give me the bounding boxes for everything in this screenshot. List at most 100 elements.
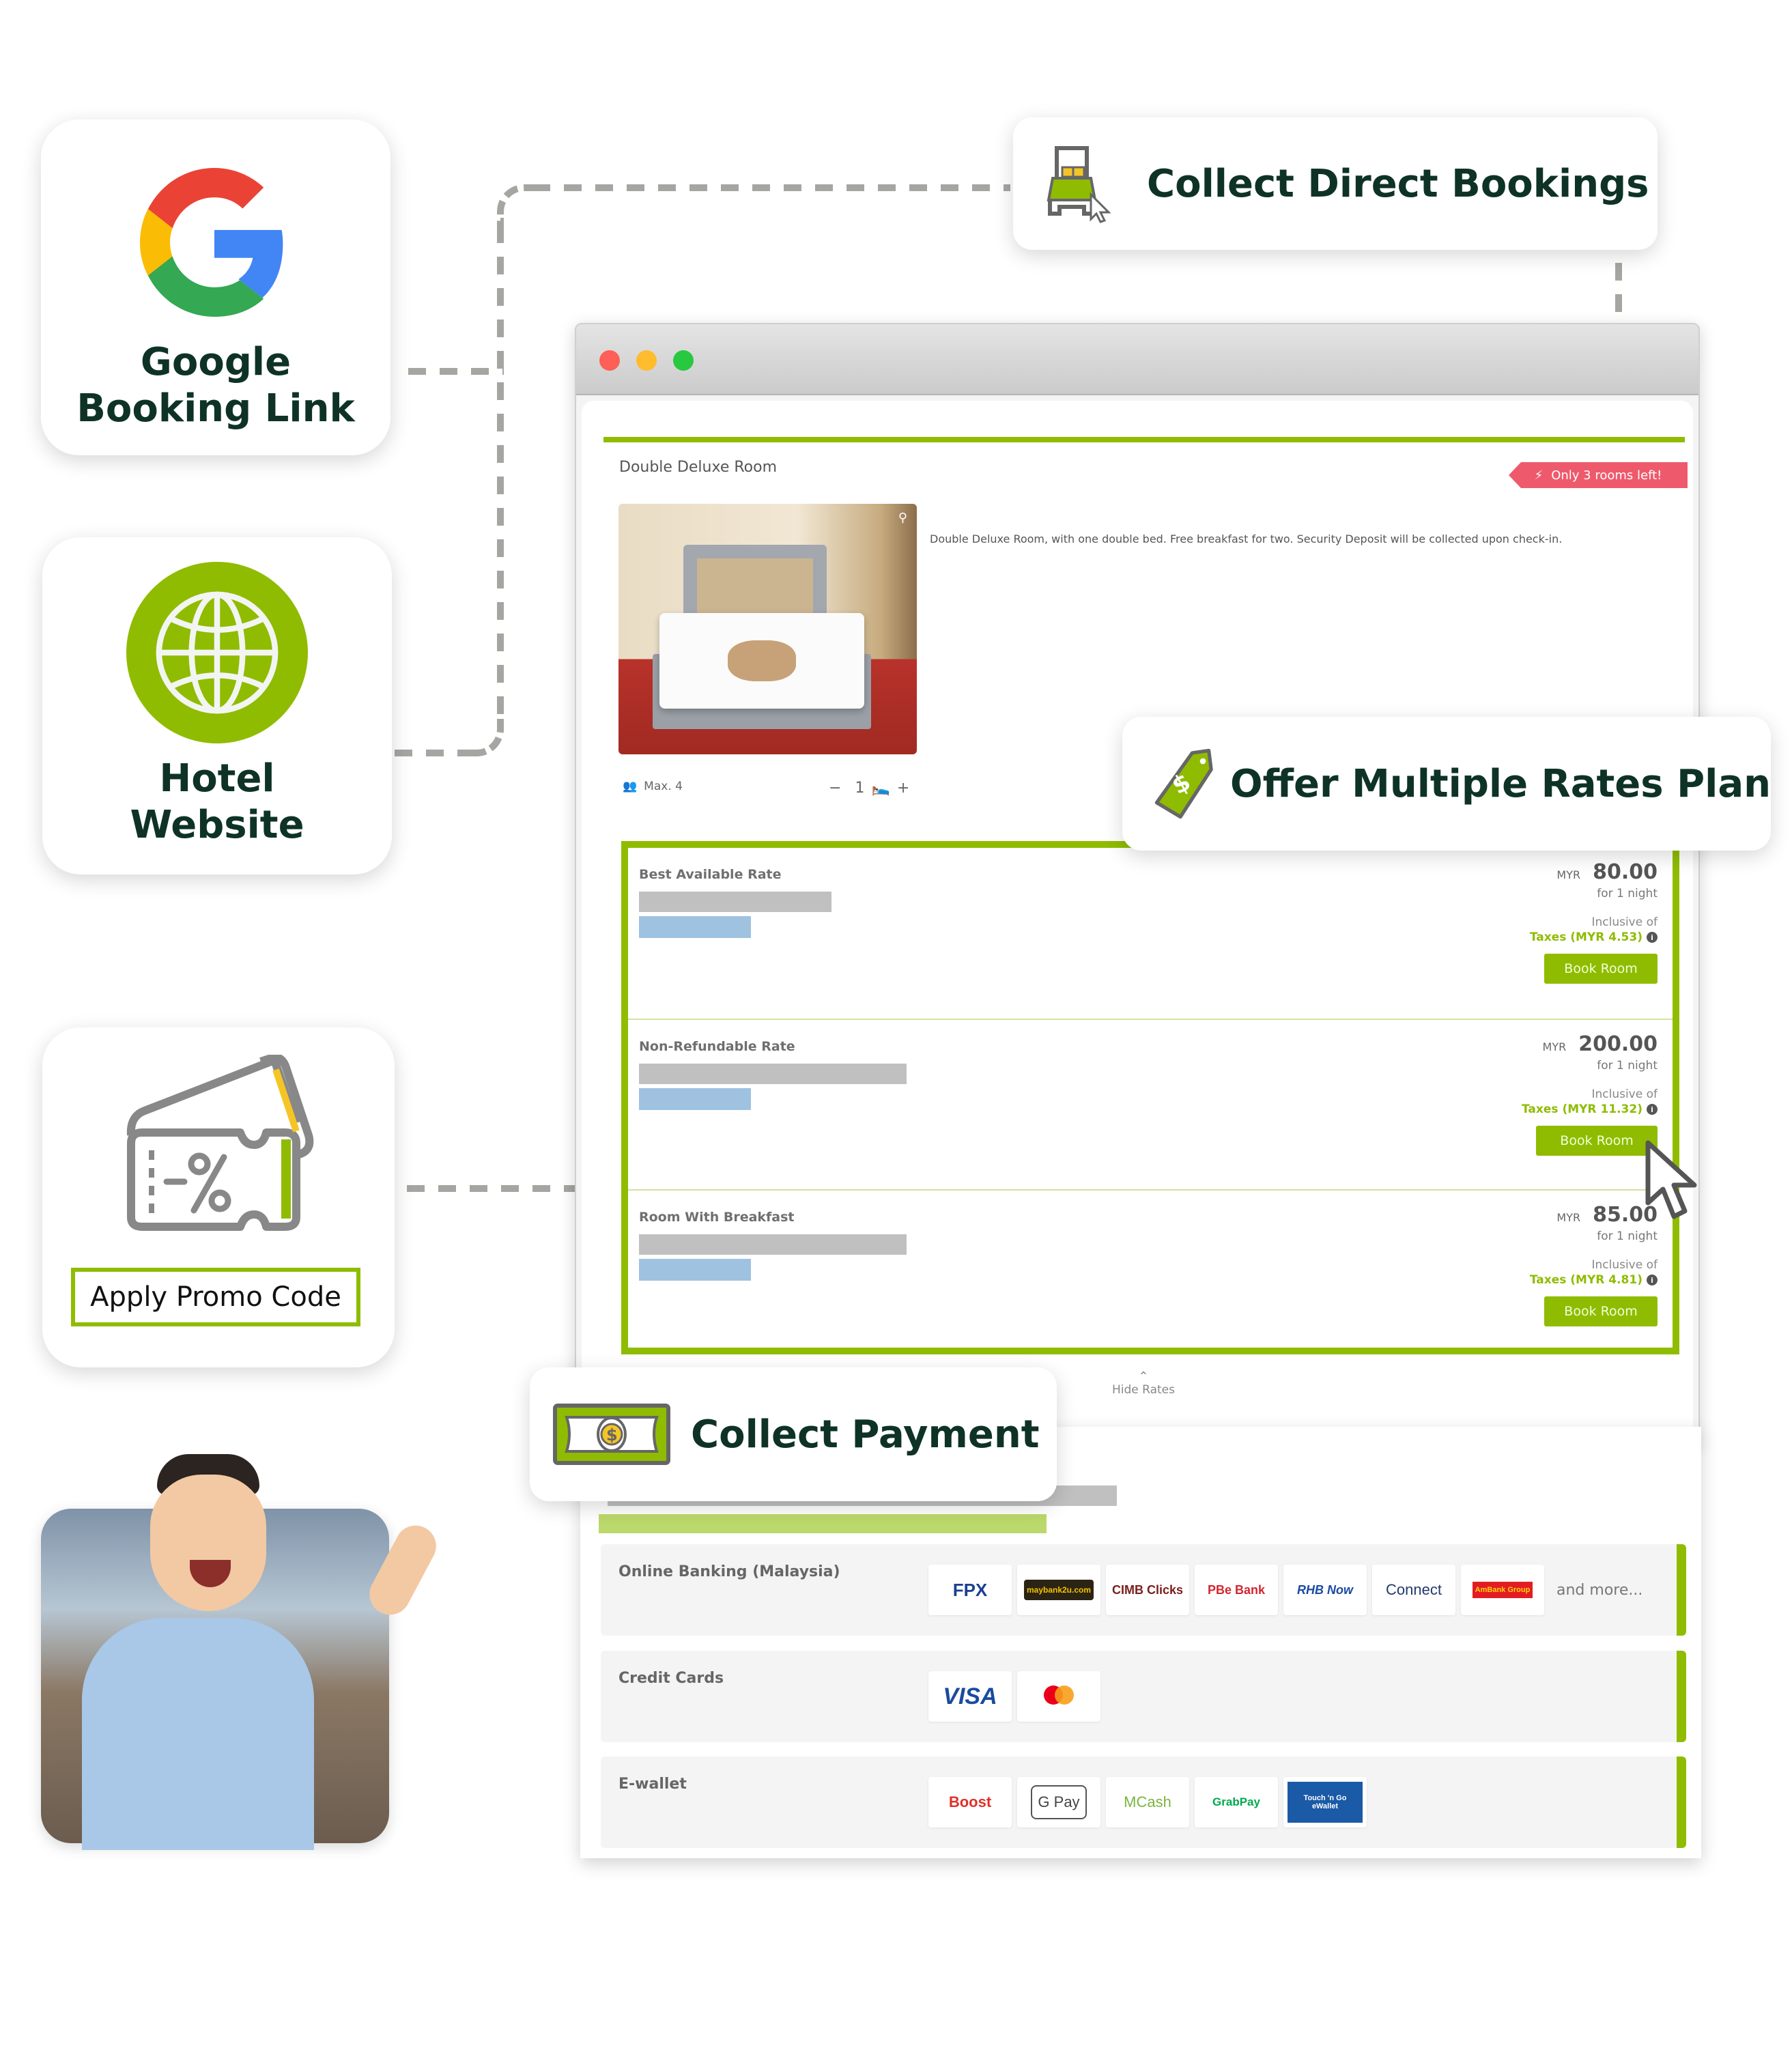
connector-top bbox=[532, 184, 1010, 191]
tax-line: Taxes (MYR 11.32) i bbox=[1522, 1103, 1658, 1116]
book-room-button[interactable]: Book Room bbox=[1536, 1126, 1658, 1156]
google-label-line2: Booking Link bbox=[76, 386, 355, 431]
rate-detail-placeholder bbox=[639, 892, 831, 912]
maybank2u-text: maybank2u.com bbox=[1023, 1580, 1094, 1600]
svg-text:$: $ bbox=[606, 1425, 618, 1445]
more-banks-link[interactable]: and more... bbox=[1556, 1582, 1642, 1599]
currency: MYR bbox=[1556, 1211, 1581, 1224]
tax-amount: Taxes (MYR 4.81) bbox=[1529, 1273, 1642, 1287]
magnify-icon[interactable]: ⚲ bbox=[898, 511, 907, 525]
inclusive-label: Inclusive of bbox=[1591, 915, 1658, 929]
apply-promo-code-button[interactable]: Apply Promo Code bbox=[71, 1268, 360, 1326]
room-description: Double Deluxe Room, with one double bed.… bbox=[930, 532, 1563, 545]
rates-list: Best Available Rate MYR 80.00 for 1 night… bbox=[621, 841, 1679, 1354]
visa-logo: VISA bbox=[928, 1671, 1012, 1722]
bed-icon: 🛌 bbox=[871, 780, 890, 797]
fpx-logo: FPX bbox=[928, 1565, 1012, 1615]
mastercard-circles-icon bbox=[1044, 1686, 1074, 1705]
payment-logos: VISA bbox=[928, 1671, 1100, 1722]
hotel-website-card[interactable]: Hotel Website bbox=[42, 537, 392, 874]
globe-icon bbox=[126, 562, 308, 743]
double-chevron-up-icon: ⌃ bbox=[1138, 1369, 1149, 1384]
website-label-line2: Website bbox=[130, 803, 304, 847]
book-room-button[interactable]: Book Room bbox=[1544, 954, 1658, 984]
connector-bookings-down bbox=[1615, 263, 1622, 321]
room-card-accent bbox=[603, 437, 1685, 442]
apply-promo-code-label: Apply Promo Code bbox=[90, 1281, 341, 1313]
connect-logo: Connect bbox=[1372, 1565, 1455, 1615]
google-pay-logo: G Pay bbox=[1017, 1777, 1100, 1827]
payment-logos: Boost G Pay MCash GrabPay Touch 'n Go eW… bbox=[928, 1777, 1367, 1827]
collect-direct-bookings-text: Collect Direct Bookings bbox=[1147, 161, 1649, 206]
rhb-now-logo: RHB Now bbox=[1283, 1565, 1367, 1615]
payment-category: E-wallet bbox=[618, 1776, 687, 1793]
inclusive-label: Inclusive of bbox=[1591, 1258, 1658, 1272]
payment-subtitle-placeholder bbox=[599, 1514, 1047, 1533]
connector-website bbox=[395, 750, 477, 756]
room-title: Double Deluxe Room bbox=[619, 459, 777, 476]
payment-row-online-banking[interactable]: Online Banking (Malaysia) FPX maybank2u.… bbox=[601, 1544, 1686, 1636]
info-icon[interactable]: i bbox=[1647, 932, 1658, 943]
price-amount: 80.00 bbox=[1593, 860, 1658, 884]
book-room-button[interactable]: Book Room bbox=[1544, 1296, 1658, 1326]
connector-promo bbox=[407, 1185, 575, 1192]
price-per: for 1 night bbox=[1597, 1229, 1658, 1243]
payment-logos: FPX maybank2u.com CIMB Clicks PBe Bank R… bbox=[928, 1565, 1642, 1615]
rate-link-placeholder bbox=[639, 916, 751, 938]
rate-row: Best Available Rate MYR 80.00 for 1 night… bbox=[628, 848, 1673, 1019]
payment-category: Credit Cards bbox=[618, 1670, 724, 1687]
room-photo[interactable]: ⚲ bbox=[618, 504, 917, 754]
availability-badge: ⚡ Only 3 rooms left! bbox=[1509, 462, 1688, 488]
price-per: for 1 night bbox=[1597, 1059, 1658, 1072]
boost-logo: Boost bbox=[928, 1777, 1012, 1827]
google-g-icon bbox=[140, 168, 283, 317]
guests-icon: 👥 bbox=[623, 780, 638, 793]
rate-detail-placeholder bbox=[639, 1064, 907, 1084]
tax-line: Taxes (MYR 4.81) i bbox=[1530, 1273, 1658, 1287]
price-tag-icon: $ bbox=[1154, 748, 1213, 819]
offer-multiple-rates-callout: $ Offer Multiple Rates Plan bbox=[1122, 717, 1771, 851]
cimb-clicks-logo: CIMB Clicks bbox=[1106, 1565, 1189, 1615]
promo-code-card: Apply Promo Code bbox=[42, 1027, 395, 1367]
website-label-line1: Hotel bbox=[159, 756, 275, 801]
payment-row-ewallet[interactable]: E-wallet Boost G Pay MCash GrabPay Touch… bbox=[601, 1757, 1686, 1848]
rate-row: Non-Refundable Rate MYR 200.00 for 1 nigh… bbox=[628, 1019, 1673, 1189]
rate-link-placeholder bbox=[639, 1088, 751, 1110]
touchngo-text: Touch 'n Go eWallet bbox=[1288, 1782, 1363, 1823]
mastercard-logo bbox=[1017, 1671, 1100, 1722]
decrement-button[interactable]: − bbox=[829, 780, 841, 797]
rate-price: MYR 80.00 for 1 night Inclusive of Taxes … bbox=[1530, 860, 1658, 984]
browser-titlebar bbox=[576, 324, 1698, 395]
rate-name: Best Available Rate bbox=[639, 867, 782, 882]
price-amount: 200.00 bbox=[1578, 1032, 1658, 1056]
discount-ticket-icon bbox=[126, 1055, 314, 1231]
collect-payment-callout: $ Collect Payment bbox=[530, 1367, 1057, 1501]
google-pay-text: G Pay bbox=[1031, 1785, 1087, 1819]
grabpay-logo: GrabPay bbox=[1195, 1777, 1278, 1827]
rate-name: Room With Breakfast bbox=[639, 1210, 795, 1225]
info-icon[interactable]: i bbox=[1647, 1275, 1658, 1285]
inclusive-label: Inclusive of bbox=[1591, 1087, 1658, 1101]
bed-booking-icon bbox=[1047, 146, 1111, 223]
cash-note-icon: $ bbox=[553, 1404, 670, 1465]
connector-google bbox=[408, 368, 504, 375]
rate-price: MYR 85.00 for 1 night Inclusive of Taxes … bbox=[1530, 1203, 1658, 1326]
google-booking-link-card[interactable]: Google Booking Link bbox=[41, 119, 390, 455]
close-window-button[interactable] bbox=[599, 350, 620, 371]
mouse-pointer-icon bbox=[1645, 1140, 1697, 1219]
offer-multiple-rates-text: Offer Multiple Rates Plan bbox=[1230, 761, 1771, 806]
pbebank-logo: PBe Bank bbox=[1195, 1565, 1278, 1615]
currency: MYR bbox=[1542, 1040, 1567, 1053]
maximize-window-button[interactable] bbox=[673, 350, 694, 371]
hide-rates-label: Hide Rates bbox=[1112, 1383, 1175, 1397]
payment-row-credit-cards[interactable]: Credit Cards VISA bbox=[601, 1651, 1686, 1742]
connector-trunk bbox=[497, 225, 504, 730]
price-per: for 1 night bbox=[1597, 887, 1658, 900]
info-icon[interactable]: i bbox=[1647, 1104, 1658, 1115]
increment-button[interactable]: + bbox=[897, 780, 909, 797]
lightning-icon: ⚡ bbox=[1534, 468, 1544, 483]
minimize-window-button[interactable] bbox=[636, 350, 657, 371]
hide-rates-toggle[interactable]: ⌃ Hide Rates bbox=[1092, 1371, 1195, 1397]
mcash-logo: MCash bbox=[1106, 1777, 1189, 1827]
rate-row: Room With Breakfast MYR 85.00 for 1 night… bbox=[628, 1189, 1673, 1360]
